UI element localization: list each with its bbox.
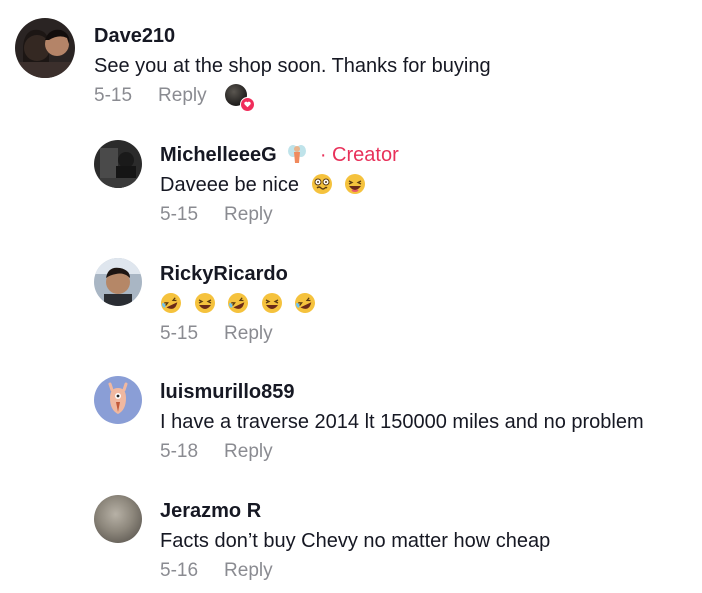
laughing-face-emoji-icon xyxy=(194,292,216,314)
comment-text: Daveee be nice xyxy=(160,173,399,197)
comment-date: 5-15 xyxy=(160,204,199,225)
avatar[interactable] xyxy=(15,18,75,78)
creator-badge: · Creator xyxy=(319,144,399,166)
comment-item: luismurillo859 I have a traverse 2014 lt… xyxy=(0,358,702,478)
rofl-emoji-icon xyxy=(294,292,316,314)
reply-button[interactable]: Reply xyxy=(224,322,273,346)
reply-button[interactable]: Reply xyxy=(158,84,207,108)
comment-text: Facts don’t buy Chevy no matter how chea… xyxy=(160,530,551,552)
comment-text: I have a traverse 2014 lt 150000 miles a… xyxy=(160,411,644,433)
comment-date: 5-15 xyxy=(94,85,133,106)
heart-icon xyxy=(239,97,255,112)
comment-text xyxy=(160,292,322,316)
comment-username[interactable]: MichelleeeG · Creator xyxy=(160,143,399,167)
reply-button[interactable]: Reply xyxy=(224,203,273,227)
fairy-emoji-icon xyxy=(286,143,308,165)
avatar[interactable] xyxy=(94,140,142,188)
comment-text: See you at the shop soon. Thanks for buy… xyxy=(94,55,491,77)
comment-username[interactable]: RickyRicardo xyxy=(160,262,322,286)
comment-username[interactable]: Jerazmo R xyxy=(160,499,550,523)
comment-date: 5-18 xyxy=(160,441,199,462)
comment-date: 5-16 xyxy=(160,560,199,581)
comment-username-text: MichelleeeG xyxy=(160,144,277,166)
comment-item: RickyRicardo 5-15 Reply xyxy=(0,240,702,360)
comment-date: 5-15 xyxy=(160,323,199,344)
avatar[interactable] xyxy=(94,495,142,543)
liked-by-creator-badge xyxy=(224,84,255,112)
comment-username[interactable]: Dave210 xyxy=(94,24,491,48)
avatar[interactable] xyxy=(94,258,142,306)
comment-text-content: Daveee be nice xyxy=(160,174,299,196)
comment-username[interactable]: luismurillo859 xyxy=(160,380,644,404)
reply-button[interactable]: Reply xyxy=(224,559,273,583)
avatar[interactable] xyxy=(94,376,142,424)
rofl-emoji-icon xyxy=(227,292,249,314)
comment-item: MichelleeeG · Creator Daveee be nice 5-1… xyxy=(0,120,702,240)
reply-button[interactable]: Reply xyxy=(224,440,273,464)
laughing-face-emoji-icon xyxy=(261,292,283,314)
rofl-emoji-icon xyxy=(160,292,182,314)
laughing-face-emoji-icon xyxy=(344,173,366,195)
woozy-face-emoji-icon xyxy=(311,173,333,195)
comment-item: Dave210 See you at the shop soon. Thanks… xyxy=(0,0,702,120)
comment-item: Jerazmo R Facts don’t buy Chevy no matte… xyxy=(0,477,702,593)
